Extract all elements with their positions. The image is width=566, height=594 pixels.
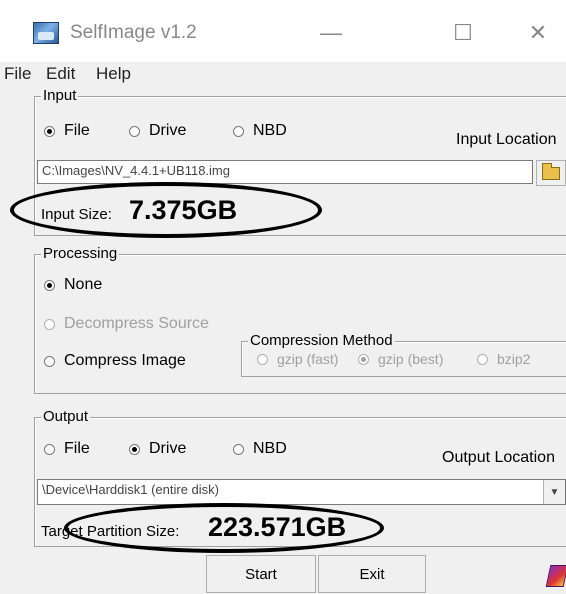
output-device-select[interactable]: \Device\Harddisk1 (entire disk) ▼ [37,479,566,505]
input-size-label: Input Size: [41,206,112,223]
maximize-button[interactable]: ☐ [443,16,483,50]
selfimage-app-icon [33,22,59,44]
radio-icon [257,353,268,365]
menu-bar: File Edit Help [0,62,566,88]
compression-radio-gzip-fast[interactable]: gzip (fast) [257,351,338,367]
chevron-down-icon[interactable]: ▼ [543,480,565,504]
compression-radio-bzip2[interactable]: bzip2 [477,351,530,367]
radio-icon [477,353,488,365]
radio-icon [44,355,55,367]
radio-selected-icon [44,125,55,137]
input-path-field[interactable]: C:\Images\NV_4.4.1+UB118.img [37,160,533,184]
output-radio-drive[interactable]: Drive [129,440,186,458]
folder-open-icon [542,163,560,180]
title-bar[interactable]: SelfImage v1.2 — ☐ ✕ [0,0,566,62]
input-location-label: Input Location [456,131,557,148]
compression-method-label: Compression Method [248,332,395,350]
browse-input-button[interactable] [536,160,566,186]
processing-group-label: Processing [41,245,120,263]
window-title: SelfImage v1.2 [70,22,197,43]
processing-radio-decompress[interactable]: Decompress Source [44,315,209,333]
output-radio-nbd[interactable]: NBD [233,440,287,458]
output-device-value: \Device\Harddisk1 (entire disk) [42,482,220,497]
radio-selected-icon [44,279,55,291]
radio-selected-icon [129,443,140,455]
start-button[interactable]: Start [206,555,316,593]
output-group-label: Output [41,408,91,426]
radio-icon [44,443,55,455]
target-partition-size-label: Target Partition Size: [41,523,180,540]
compression-radio-gzip-best[interactable]: gzip (best) [358,351,443,367]
menu-edit[interactable]: Edit [46,64,75,84]
exit-button[interactable]: Exit [318,555,426,593]
minimize-button[interactable]: — [311,16,351,50]
radio-icon [233,125,244,137]
radio-icon [129,125,140,137]
processing-radio-none[interactable]: None [44,276,102,294]
input-radio-drive[interactable]: Drive [129,122,186,140]
menu-help[interactable]: Help [96,64,131,84]
radio-icon [233,443,244,455]
radio-selected-icon [358,353,369,365]
radio-icon [44,318,55,330]
menu-file[interactable]: File [4,64,31,84]
input-size-value: 7.375GB [129,195,238,225]
processing-radio-compress[interactable]: Compress Image [44,352,186,370]
input-radio-nbd[interactable]: NBD [233,122,287,140]
input-radio-file[interactable]: File [44,122,90,140]
input-group-label: Input [41,87,79,105]
output-radio-file[interactable]: File [44,440,90,458]
book-icon[interactable] [545,565,566,587]
close-button[interactable]: ✕ [518,16,558,50]
output-location-label: Output Location [442,449,555,466]
target-partition-size-value: 223.571GB [208,512,347,542]
